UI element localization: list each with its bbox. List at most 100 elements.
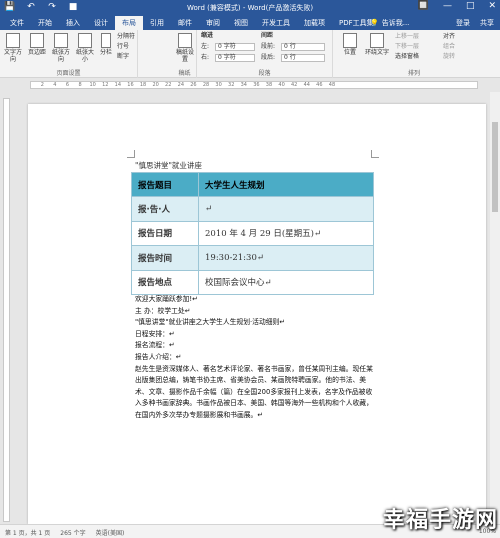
bring-forward-button[interactable]: 上移一层: [395, 33, 419, 41]
window-controls: 🔲 — □ ✕: [418, 1, 496, 11]
vertical-ruler: [0, 92, 12, 524]
tab-design[interactable]: 设计: [87, 16, 115, 30]
columns-label: 分栏: [99, 49, 112, 56]
arrange-group-label: 排列: [407, 70, 420, 77]
tab-mailings[interactable]: 邮件: [171, 16, 199, 30]
ruler-number: 4: [53, 82, 57, 88]
tab-insert[interactable]: 插入: [59, 16, 87, 30]
site-watermark: 幸福手游网: [382, 508, 498, 533]
tell-me-label: 告诉我...: [381, 19, 410, 27]
text-direction-icon: [6, 33, 20, 48]
align-button[interactable]: 对齐: [443, 33, 455, 41]
wrap-text-button[interactable]: 环绕文字: [363, 33, 391, 56]
margins-button[interactable]: 页边距: [26, 33, 48, 56]
ribbon-display-icon[interactable]: 🔲: [418, 1, 429, 11]
lecture-info-table: 报告题目 大学生人生规划 报·告·人 ↵ 报告日期 2010 年 4 月 29 …: [131, 171, 374, 295]
maximize-button[interactable]: □: [466, 1, 475, 11]
word-count[interactable]: 265 个字: [60, 528, 85, 537]
ruler-number: 26: [190, 82, 197, 88]
orientation-button[interactable]: 纸张方向: [50, 33, 72, 63]
language-indicator[interactable]: 英语(美国): [96, 528, 125, 537]
orientation-label: 纸张方向: [51, 49, 70, 63]
spacing-before-field[interactable]: 0 行: [281, 43, 325, 51]
spacing-before-label: 段前:: [261, 43, 276, 50]
paper-size-icon: [78, 33, 92, 48]
group-arrange: 位置 环绕文字 上移一层 下移一层 选择窗格 对齐 组合 旋转 排列: [337, 30, 491, 78]
columns-icon: [101, 33, 111, 48]
table-value-cell[interactable]: 校国际会议中心↵: [198, 269, 374, 295]
minimize-button[interactable]: —: [443, 1, 452, 11]
table-value-cell[interactable]: ↵: [198, 196, 374, 222]
table-value-cell[interactable]: 19:30-21:30↵: [198, 245, 374, 271]
manuscript-settings-button[interactable]: 稿纸设置: [174, 33, 196, 63]
size-label: 纸张大小: [75, 49, 94, 63]
title-bar: 💾 ↶ ↷ ■ Word (兼容模式) - Word(产品激活失败) 🔲 — □…: [0, 0, 500, 16]
tell-me-search[interactable]: 💡 告诉我...: [370, 18, 409, 28]
vertical-ruler-bar[interactable]: [3, 98, 10, 522]
text-direction-button[interactable]: 文字方向: [2, 33, 24, 63]
rotate-button[interactable]: 旋转: [443, 53, 455, 61]
table-row: 报·告·人 ↵: [131, 196, 374, 222]
margin-corner-tr: [371, 150, 379, 158]
table-value-cell[interactable]: 2010 年 4 月 29 日(星期五)↵: [198, 220, 374, 247]
group-button[interactable]: 组合: [443, 43, 455, 51]
body-line: "慎思讲堂"就业讲座之大学生人生规划·活动细则↵: [135, 318, 286, 327]
spacing-after-field[interactable]: 0 行: [281, 54, 325, 62]
breaks-button[interactable]: 分隔符: [117, 33, 135, 41]
columns-button[interactable]: 分栏: [98, 33, 114, 56]
ruler-number: 20: [152, 82, 159, 88]
page-count[interactable]: 第 1 页，共 1 页: [5, 528, 50, 537]
indent-left-field[interactable]: 0 字符: [215, 43, 255, 51]
tab-view[interactable]: 视图: [227, 16, 255, 30]
send-backward-button[interactable]: 下移一层: [395, 43, 419, 51]
tab-addins[interactable]: 加载项: [297, 16, 332, 30]
document-body[interactable]: 欢迎大家踊跃参加!↵ 主 办：校学工处↵ "慎思讲堂"就业讲座之大学生人生规划·…: [135, 294, 375, 422]
size-button[interactable]: 纸张大小: [74, 33, 96, 63]
ruler-number: 42: [290, 82, 298, 88]
hyphenation-button[interactable]: 断字: [117, 53, 129, 61]
tab-review[interactable]: 审阅: [199, 16, 227, 30]
vertical-scrollbar[interactable]: [490, 92, 500, 524]
save-icon[interactable]: 💾: [4, 2, 16, 13]
redo-icon[interactable]: ↷: [46, 2, 58, 13]
account-area: 登录 共享: [456, 18, 494, 28]
indent-left-label: 左:: [201, 43, 210, 50]
table-key-cell[interactable]: 报告日期: [131, 220, 199, 247]
table-key-cell[interactable]: 报告时间: [131, 245, 199, 271]
tab-developer[interactable]: 开发工具: [255, 16, 297, 30]
table-value-cell[interactable]: 大学生人生规划: [198, 171, 374, 198]
body-line: 欢迎大家踊跃参加!↵: [135, 295, 198, 303]
ruler-number: 10: [89, 82, 96, 88]
sign-in-link[interactable]: 登录: [456, 18, 470, 28]
table-row: 报告日期 2010 年 4 月 29 日(星期五)↵: [131, 220, 374, 247]
horizontal-ruler: 2 4 6 8 10 12 14 16 18 20 22 24 26 28 30 32 34 36 38 40 42 44…: [0, 78, 500, 92]
margin-corner-tl: [127, 150, 135, 158]
ruler-number: 36: [253, 82, 260, 88]
ruler-number: 2: [40, 82, 44, 88]
table-key-cell[interactable]: 报告题目: [131, 171, 199, 198]
customize-icon[interactable]: ■: [67, 2, 79, 13]
undo-icon[interactable]: ↶: [25, 2, 37, 13]
indent-right-field[interactable]: 0 字符: [215, 54, 255, 62]
group-paragraph: 缩进 间距 左: 0 字符 右: 0 字符 段前: 0 行 段后: 0 行 段落: [197, 30, 333, 78]
ribbon-tabs: 文件 开始 插入 设计 布局 引用 邮件 审阅 视图 开发工具 加载项 PDF工…: [0, 16, 500, 30]
share-button[interactable]: 共享: [480, 18, 494, 28]
body-line: 报名流程：↵: [135, 341, 175, 350]
group-manuscript: 稿纸设置 稿纸: [173, 30, 197, 78]
tab-layout[interactable]: 布局: [115, 16, 143, 30]
table-key-cell[interactable]: 报·告·人: [131, 196, 199, 222]
ruler-number: 14: [114, 82, 122, 88]
speaker-intro-paragraph: 赵先生是资深媒体人、著名艺术评论家、著名书画家，曾任某周刊主编。现任某出版集团总…: [135, 364, 373, 419]
tab-references[interactable]: 引用: [143, 16, 171, 30]
close-button[interactable]: ✕: [488, 1, 496, 11]
line-numbers-button[interactable]: 行号: [117, 43, 129, 51]
table-key-cell[interactable]: 报告地点: [131, 269, 199, 295]
position-button[interactable]: 位置: [339, 33, 361, 56]
scrollbar-thumb[interactable]: [492, 122, 498, 212]
quick-access-toolbar: 💾 ↶ ↷ ■: [4, 2, 79, 13]
selection-pane-button[interactable]: 选择窗格: [395, 53, 419, 61]
tab-file[interactable]: 文件: [3, 16, 31, 30]
tab-home[interactable]: 开始: [31, 16, 59, 30]
wrap-text-label: 环绕文字: [364, 49, 389, 56]
ruler-number: 24: [177, 82, 185, 88]
